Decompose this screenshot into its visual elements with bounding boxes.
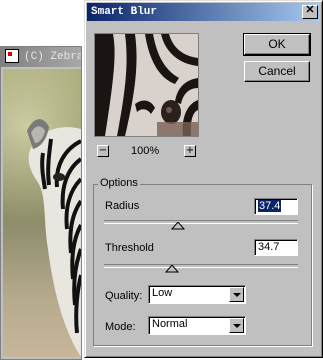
dialog-titlebar[interactable]: Smart Blur ✕ bbox=[87, 3, 320, 21]
background-window-title: (C) Zebra bbox=[24, 51, 81, 63]
close-icon: ✕ bbox=[305, 5, 315, 17]
quality-selected-value: Low bbox=[152, 287, 173, 299]
zebra-photo bbox=[3, 69, 81, 357]
radius-value: 37.4 bbox=[258, 200, 282, 212]
radius-label: Radius bbox=[105, 200, 140, 212]
quality-label: Quality: bbox=[105, 290, 143, 302]
zebra-preview-image bbox=[95, 34, 198, 136]
plus-icon: + bbox=[185, 145, 195, 156]
dialog-title: Smart Blur bbox=[91, 6, 158, 18]
radius-slider-track[interactable] bbox=[104, 220, 298, 224]
preview-pane[interactable] bbox=[94, 33, 199, 137]
mode-selected-value: Normal bbox=[152, 318, 188, 330]
mode-label: Mode: bbox=[105, 321, 136, 333]
chevron-down-icon[interactable] bbox=[229, 318, 244, 333]
zoom-out-button[interactable]: − bbox=[97, 145, 109, 157]
document-icon bbox=[5, 49, 19, 64]
chevron-down-icon[interactable] bbox=[229, 287, 244, 302]
slider-thumb-icon bbox=[165, 265, 179, 273]
zoom-in-button[interactable]: + bbox=[184, 145, 196, 157]
ok-button[interactable]: OK bbox=[243, 33, 311, 56]
quality-select[interactable]: Low bbox=[148, 285, 246, 304]
background-window-titlebar[interactable]: (C) Zebra bbox=[1, 47, 81, 67]
zebra-illustration bbox=[27, 119, 81, 357]
threshold-label: Threshold bbox=[105, 242, 154, 254]
cancel-button[interactable]: Cancel bbox=[244, 61, 310, 82]
radius-input[interactable]: 37.4 bbox=[254, 198, 298, 215]
mode-select[interactable]: Normal bbox=[148, 316, 246, 335]
smart-blur-dialog: Smart Blur ✕ OK Cancel − 100% + Options … bbox=[84, 0, 323, 358]
threshold-slider-track[interactable] bbox=[104, 264, 298, 268]
close-button[interactable]: ✕ bbox=[302, 5, 318, 19]
minus-icon: − bbox=[98, 145, 108, 156]
background-image-window: (C) Zebra bbox=[0, 46, 82, 360]
threshold-input[interactable]: 34.7 bbox=[254, 239, 298, 256]
threshold-value: 34.7 bbox=[258, 241, 280, 253]
zoom-level: 100% bbox=[131, 145, 160, 157]
options-group-label: Options bbox=[98, 177, 140, 189]
slider-thumb-icon bbox=[171, 222, 185, 230]
